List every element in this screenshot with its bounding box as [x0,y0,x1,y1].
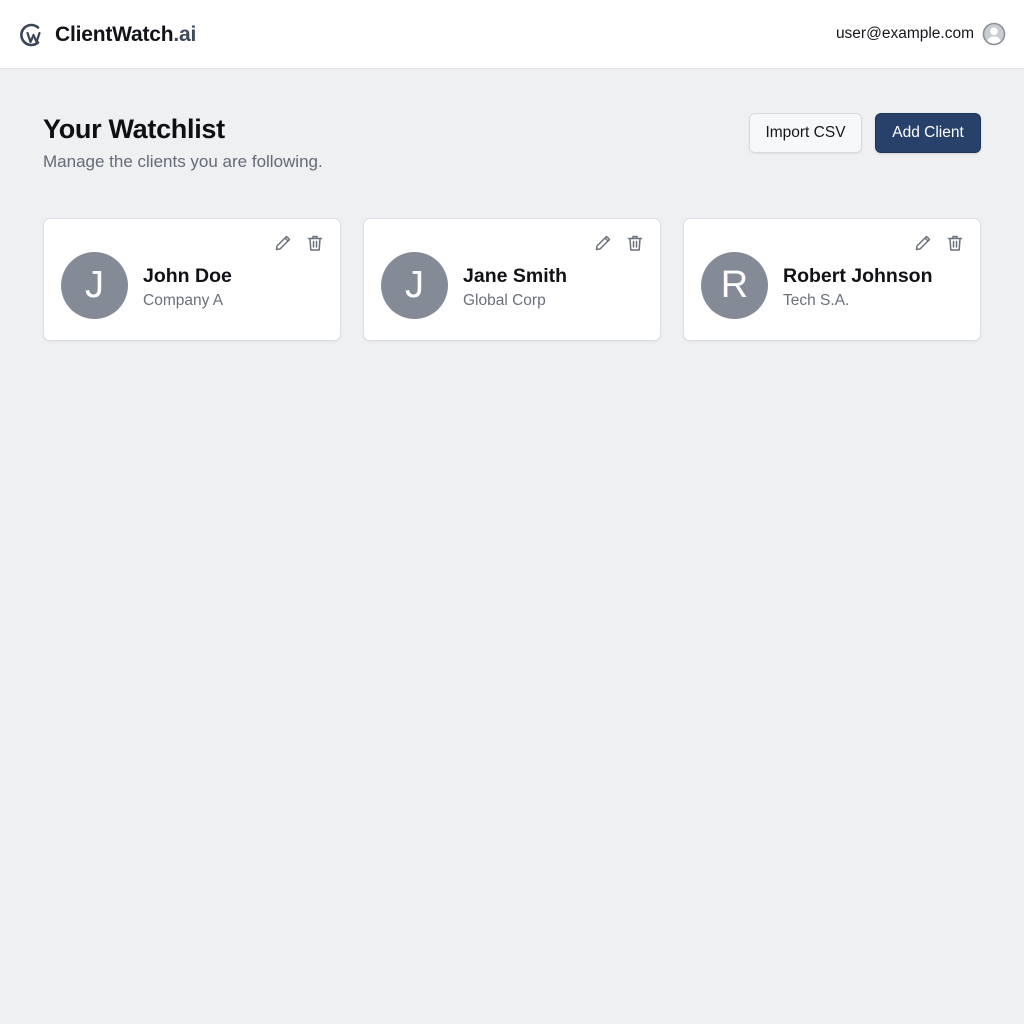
pencil-icon [595,235,611,251]
trash-icon [947,235,963,251]
cw-logo-icon [20,23,41,47]
user-email: user@example.com [835,25,974,42]
client-name: John Doe [143,265,232,287]
client-card[interactable]: R Robert Johnson Tech S.A. [683,218,981,341]
page-title: Your Watchlist [43,114,225,144]
edit-client-button[interactable] [272,232,294,254]
client-name: Robert Johnson [783,265,933,287]
client-avatar: J [381,252,448,319]
client-card[interactable]: J Jane Smith Global Corp [363,218,661,341]
client-avatar: R [701,252,768,319]
pencil-icon [915,235,931,251]
edit-client-button[interactable] [592,232,614,254]
brand-name: ClientWatch.ai [55,23,196,47]
client-avatar: J [61,252,128,319]
import-csv-button[interactable]: Import CSV [749,113,862,153]
user-avatar-icon[interactable] [982,22,1006,46]
delete-client-button[interactable] [304,232,326,254]
top-bar: ClientWatch.ai user@example.com [0,0,1024,69]
client-company: Company A [143,292,224,309]
client-name: Jane Smith [463,265,568,287]
pencil-icon [275,235,291,251]
client-company: Global Corp [463,292,546,309]
trash-icon [307,235,323,251]
page-subtitle: Manage the clients you are following. [43,152,323,171]
trash-icon [627,235,643,251]
add-client-button[interactable]: Add Client [875,113,981,153]
brand[interactable]: ClientWatch.ai [18,20,196,50]
delete-client-button[interactable] [624,232,646,254]
edit-client-button[interactable] [912,232,934,254]
client-card[interactable]: J John Doe Company A [43,218,341,341]
client-company: Tech S.A. [783,292,850,309]
brand-name-tld: .ai [173,23,197,46]
brand-name-main: ClientWatch [55,23,174,46]
account-menu[interactable]: user@example.com [836,21,1006,47]
delete-client-button[interactable] [944,232,966,254]
